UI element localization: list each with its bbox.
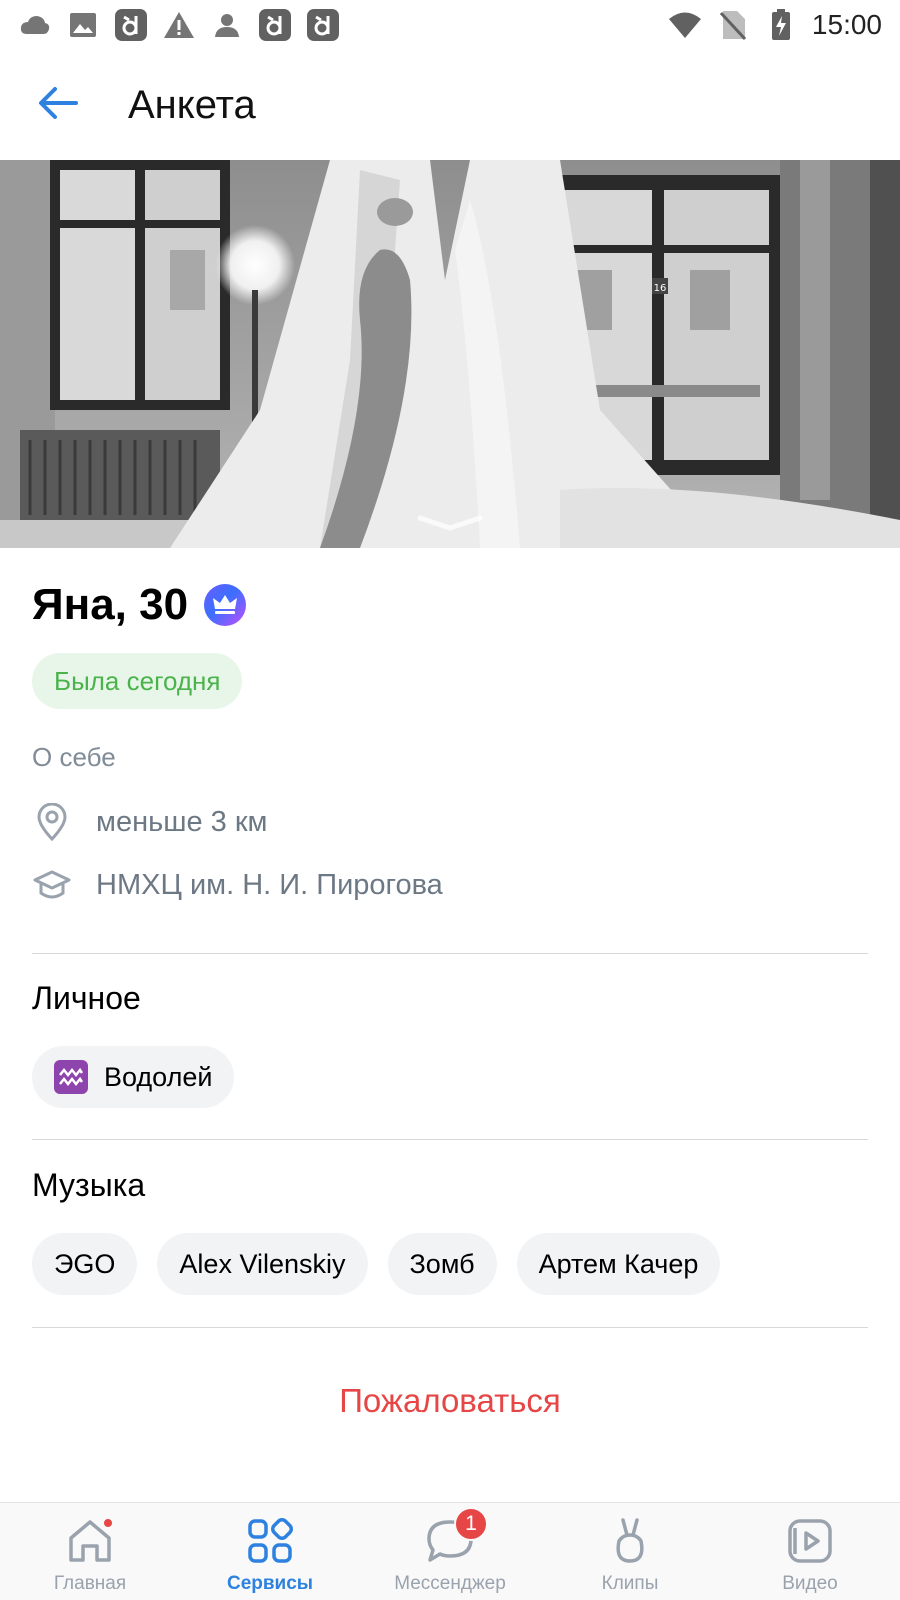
page-title: Анкета bbox=[128, 82, 256, 127]
battery-charging-icon bbox=[764, 8, 798, 42]
svg-text:16: 16 bbox=[654, 283, 667, 294]
profile-photo[interactable]: 16 bbox=[0, 160, 900, 548]
education-text: НМХЦ им. Н. И. Пирогова bbox=[96, 868, 443, 901]
app-bar: Анкета bbox=[0, 60, 900, 150]
bottom-nav: Главная Сервисы 1 Мессенджер Клипы Видео bbox=[0, 1502, 900, 1600]
music-artist-chip[interactable]: ЭGO bbox=[32, 1233, 138, 1295]
aquarius-icon bbox=[54, 1060, 88, 1094]
distance-row: меньше 3 км bbox=[32, 802, 267, 842]
tab-label: Сервисы bbox=[226, 1573, 314, 1594]
unread-badge: 1 bbox=[454, 1507, 488, 1541]
tab-video[interactable]: Видео bbox=[720, 1503, 900, 1600]
location-pin-icon bbox=[32, 802, 72, 842]
status-bar-notifications bbox=[18, 8, 340, 42]
warning-icon bbox=[162, 8, 196, 42]
profile-name: Яна, 30 bbox=[32, 580, 189, 629]
cloud-icon bbox=[18, 8, 52, 42]
tab-label: Мессенджер bbox=[394, 1573, 506, 1594]
video-icon bbox=[782, 1513, 838, 1569]
tab-messenger[interactable]: 1 Мессенджер bbox=[360, 1503, 540, 1600]
divider bbox=[32, 953, 868, 954]
profile-header: Яна, 30 bbox=[32, 580, 247, 630]
notification-dot bbox=[102, 1517, 114, 1529]
education-row: НМХЦ им. Н. И. Пирогова bbox=[32, 865, 443, 905]
person-icon bbox=[210, 8, 244, 42]
no-sim-icon bbox=[716, 8, 750, 42]
music-section-title: Музыка bbox=[32, 1167, 146, 1203]
music-artist-chip[interactable]: Артем Качер bbox=[516, 1233, 721, 1295]
personal-chips: Водолей bbox=[32, 1046, 235, 1108]
status-bar-system: 15:00 bbox=[668, 8, 882, 42]
report-button[interactable]: Пожаловаться bbox=[0, 1382, 900, 1420]
back-button[interactable] bbox=[28, 75, 88, 135]
crown-icon[interactable] bbox=[204, 584, 247, 626]
services-icon bbox=[242, 1513, 298, 1569]
clips-icon bbox=[602, 1513, 658, 1569]
music-artist-chip[interactable]: Alex Vilenskiy bbox=[157, 1233, 368, 1295]
tab-label: Главная bbox=[53, 1573, 127, 1594]
wifi-icon bbox=[668, 8, 702, 42]
app-d-icon bbox=[114, 8, 148, 42]
distance-text: меньше 3 км bbox=[96, 805, 268, 838]
arrow-left-icon bbox=[38, 86, 78, 125]
app-d-icon bbox=[306, 8, 340, 42]
status-time: 15:00 bbox=[811, 9, 882, 40]
zodiac-label: Водолей bbox=[104, 1061, 213, 1092]
divider bbox=[32, 1139, 868, 1140]
graduation-cap-icon bbox=[32, 865, 72, 905]
tab-home[interactable]: Главная bbox=[0, 1503, 180, 1600]
music-chips: ЭGO Alex Vilenskiy Зомб Артем Качер bbox=[32, 1233, 721, 1295]
last-seen-badge: Была сегодня bbox=[32, 653, 243, 709]
personal-section-title: Личное bbox=[32, 980, 141, 1016]
tab-services[interactable]: Сервисы bbox=[180, 1503, 360, 1600]
tab-label: Видео bbox=[782, 1573, 838, 1594]
divider bbox=[32, 1327, 868, 1328]
image-icon bbox=[66, 8, 100, 42]
messenger-icon: 1 bbox=[422, 1507, 488, 1569]
music-artist-chip[interactable]: Зомб bbox=[387, 1233, 497, 1295]
tab-clips[interactable]: Клипы bbox=[540, 1503, 720, 1600]
zodiac-chip[interactable]: Водолей bbox=[32, 1046, 235, 1108]
status-bar: 15:00 bbox=[0, 0, 900, 50]
home-icon bbox=[62, 1513, 118, 1569]
about-label: О себе bbox=[32, 742, 116, 772]
app-d-icon bbox=[258, 8, 292, 42]
tab-label: Клипы bbox=[601, 1573, 659, 1594]
